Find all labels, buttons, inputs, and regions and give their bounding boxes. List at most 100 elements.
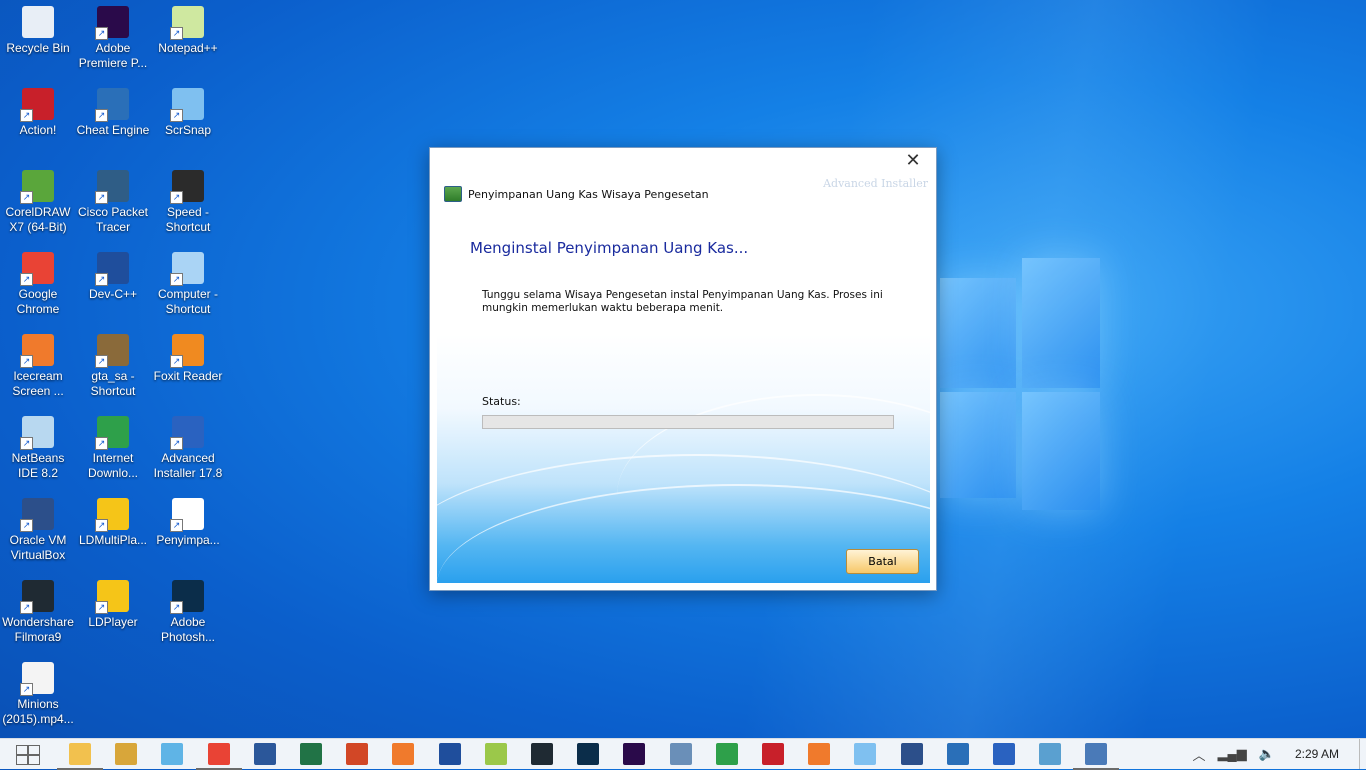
desktop-icon-label: gta_sa - Shortcut [90, 369, 136, 398]
shortcut-icon: ↗ [95, 498, 129, 532]
desktop-icon-label: Penyimpa... [156, 533, 220, 547]
shortcut-icon: ↗ [95, 170, 129, 204]
excel-icon[interactable] [300, 743, 322, 765]
shortcut-icon: ↗ [95, 334, 129, 368]
desktop-icon[interactable]: ↗ Internet Downlo... [75, 410, 151, 481]
page-heading: Menginstal Penyimpanan Uang Kas... [470, 239, 749, 257]
filmora-icon[interactable] [531, 743, 553, 765]
desktop-icon[interactable]: ↗ Action! [0, 82, 76, 138]
photoshop-icon[interactable] [577, 743, 600, 765]
file-explorer-icon[interactable] [57, 743, 103, 770]
desktop-icon[interactable]: ↗ Oracle VM VirtualBox [0, 492, 76, 563]
app-title-text: Penyimpanan Uang Kas Wisaya Pengesetan [468, 187, 709, 201]
shortcut-arrow-icon: ↗ [20, 437, 33, 450]
desktop-icon-label: Computer - Shortcut [157, 287, 219, 316]
shortcut-arrow-icon: ↗ [20, 683, 33, 696]
desktop-icon[interactable]: Recycle Bin [0, 0, 76, 56]
shortcut-arrow-icon: ↗ [20, 355, 33, 368]
desktop-icon[interactable]: ↗ Google Chrome [0, 246, 76, 317]
shortcut-arrow-icon: ↗ [95, 437, 108, 450]
close-icon[interactable]: ✕ [904, 150, 922, 171]
desktop-icon[interactable]: ↗ Adobe Premiere P... [75, 0, 151, 71]
powerpoint-icon[interactable] [346, 743, 369, 765]
shortcut-arrow-icon: ↗ [95, 109, 108, 122]
shortcut-icon [22, 6, 54, 38]
tool-icon[interactable] [115, 743, 138, 765]
desktop-icon[interactable]: ↗ Cisco Packet Tracer [75, 164, 151, 235]
shortcut-icon: ↗ [170, 580, 204, 614]
desktop-icon-label: Wondershare Filmora9 [2, 615, 74, 644]
virtualbox-icon[interactable] [900, 743, 923, 765]
windows-start-icon[interactable] [16, 745, 40, 765]
network-icon[interactable] [161, 743, 184, 765]
advanced-installer-icon[interactable] [993, 743, 1015, 765]
shortcut-arrow-icon: ↗ [95, 273, 108, 286]
desktop-icon[interactable]: ↗ LDMultiPla... [75, 492, 151, 548]
shortcut-icon: ↗ [20, 334, 54, 368]
desktop-icon[interactable]: ↗ gta_sa - Shortcut [75, 328, 151, 399]
idm-icon[interactable] [715, 743, 738, 765]
desktop-icon[interactable]: ↗ Wondershare Filmora9 [0, 574, 76, 645]
shortcut-arrow-icon: ↗ [95, 191, 108, 204]
desktop-icon-label: CorelDRAW X7 (64-Bit) [5, 205, 71, 234]
shortcut-arrow-icon: ↗ [170, 601, 183, 614]
desktop-icon[interactable]: ↗ ScrSnap [150, 82, 226, 138]
netbeans-icon[interactable] [669, 743, 692, 765]
desktop-icon[interactable]: ↗ LDPlayer [75, 574, 151, 630]
cancel-button[interactable]: Batal [846, 549, 919, 574]
desktop-icon-label: Adobe Photosh... [160, 615, 216, 644]
installer-app-icon [444, 186, 462, 202]
shortcut-arrow-icon: ↗ [170, 437, 183, 450]
shortcut-icon: ↗ [170, 334, 204, 368]
desktop-icon-label: Action! [19, 123, 57, 137]
desktop-icon[interactable]: ↗ Adobe Photosh... [150, 574, 226, 645]
shortcut-icon: ↗ [20, 416, 54, 450]
desktop-icon[interactable]: ↗ Icecream Screen ... [0, 328, 76, 399]
desktop-icon-label: Foxit Reader [153, 369, 223, 383]
shortcut-arrow-icon: ↗ [20, 273, 33, 286]
cheat-engine-icon[interactable] [946, 743, 969, 765]
word-icon[interactable] [253, 743, 276, 765]
show-desktop-button[interactable] [1359, 739, 1366, 769]
shortcut-icon: ↗ [95, 6, 129, 40]
desktop-icon[interactable]: ↗ Advanced Installer 17.8 [150, 410, 226, 481]
desktop-icon[interactable]: ↗ NetBeans IDE 8.2 [0, 410, 76, 481]
desktop-icon[interactable]: ↗ Notepad++ [150, 0, 226, 56]
devcpp-icon[interactable] [438, 743, 461, 765]
premiere-icon[interactable] [623, 743, 646, 765]
desktop-icon[interactable]: ↗ Speed - Shortcut [150, 164, 226, 235]
volume-icon[interactable]: 🔈 [1259, 746, 1275, 762]
system-tray: ︿ ▂▄▆ 🔈 2:29 AM [1187, 739, 1366, 769]
cisco-icon[interactable] [1039, 743, 1062, 765]
desktop-icon[interactable]: ↗ Computer - Shortcut [150, 246, 226, 317]
desktop-icon-label: Dev-C++ [88, 287, 138, 301]
icecream-icon[interactable] [392, 743, 415, 765]
installer-running-icon[interactable] [1073, 743, 1120, 770]
shortcut-icon: ↗ [95, 252, 129, 286]
status-label: Status: [482, 395, 521, 408]
shortcut-arrow-icon: ↗ [20, 519, 33, 532]
desktop-icon[interactable]: ↗ Cheat Engine [75, 82, 151, 138]
desktop-icon-label: LDMultiPla... [78, 533, 148, 547]
scrsnap-icon[interactable] [854, 743, 877, 765]
clock[interactable]: 2:29 AM [1295, 747, 1339, 761]
action-icon[interactable] [762, 743, 784, 765]
shortcut-arrow-icon: ↗ [170, 273, 183, 286]
xampp-icon[interactable] [808, 743, 831, 765]
desktop-icon[interactable]: ↗ Foxit Reader [150, 328, 226, 384]
desktop-icon-label: Icecream Screen ... [12, 369, 64, 398]
desktop-icon-label: Google Chrome [16, 287, 60, 316]
chevron-up-icon[interactable]: ︿ [1193, 745, 1206, 764]
desktop-icon[interactable]: ↗ Dev-C++ [75, 246, 151, 302]
desktop-icon-label: Internet Downlo... [87, 451, 139, 480]
shortcut-arrow-icon: ↗ [95, 519, 108, 532]
desktop-icon[interactable]: ↗ CorelDRAW X7 (64-Bit) [0, 164, 76, 235]
shortcut-arrow-icon: ↗ [95, 27, 108, 40]
shortcut-icon: ↗ [20, 170, 54, 204]
desktop-icon[interactable]: ↗ Minions (2015).mp4... [0, 656, 76, 727]
chrome-icon[interactable] [195, 743, 242, 770]
desktop-icon[interactable]: ↗ Penyimpa... [150, 492, 226, 548]
network-signal-icon[interactable]: ▂▄▆ [1218, 746, 1247, 762]
notepadpp-icon[interactable] [484, 743, 507, 765]
desktop-icon-label: Advanced Installer 17.8 [153, 451, 223, 480]
